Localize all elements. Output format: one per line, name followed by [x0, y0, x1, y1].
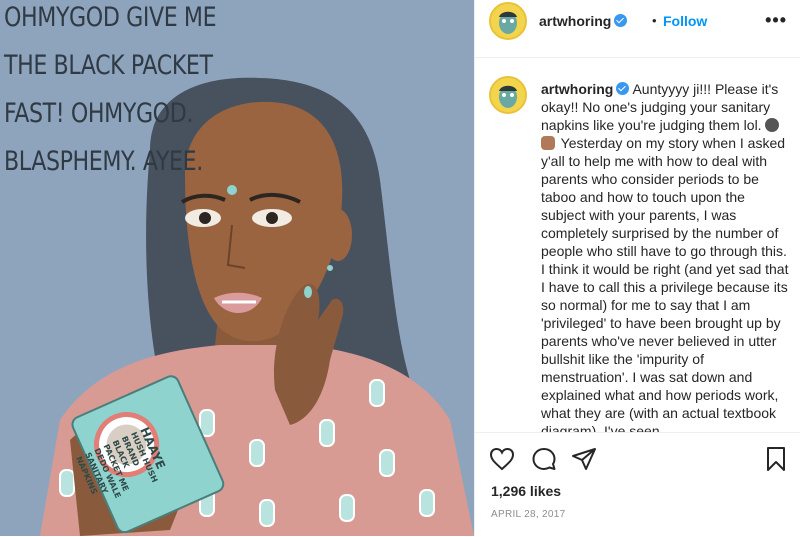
verified-badge-icon	[614, 14, 628, 27]
artwork-caption-line: FAST! OHMYGOD.	[4, 98, 193, 129]
avatar[interactable]	[489, 76, 527, 114]
verified-badge-icon	[616, 82, 630, 95]
avatar-icon	[499, 11, 517, 34]
follow-button[interactable]: Follow	[663, 13, 707, 29]
heart-icon[interactable]	[489, 447, 515, 471]
artwork-caption: OHMYGOD GIVE ME THE BLACK PACKET FAST! O…	[4, 0, 217, 186]
artwork-caption-line: THE BLACK PACKET	[4, 50, 213, 81]
more-icon[interactable]: •••	[765, 10, 787, 31]
artwork-caption-line: BLASPHEMY. AYEE.	[4, 146, 203, 177]
avatar[interactable]	[489, 2, 527, 40]
comments-panel[interactable]: artwhoring Auntyyyy ji!!! Please it's ok…	[475, 58, 800, 432]
neutral-face-emoji-icon	[765, 118, 780, 132]
share-icon[interactable]	[571, 447, 597, 471]
header-username[interactable]: artwhoring	[539, 13, 611, 29]
post-image[interactable]: OHMYGOD GIVE ME THE BLACK PACKET FAST! O…	[0, 0, 474, 536]
post-header: artwhoring • Follow •••	[475, 0, 800, 58]
comment-username[interactable]: artwhoring	[541, 81, 613, 97]
caption-comment: artwhoring Auntyyyy ji!!! Please it's ok…	[541, 80, 793, 432]
bookmark-icon[interactable]	[765, 446, 787, 472]
likes-count[interactable]: 1,296 likes	[491, 483, 561, 499]
artwork-caption-line: OHMYGOD GIVE ME	[4, 2, 217, 33]
comment-icon[interactable]	[531, 446, 557, 472]
post-sidebar: artwhoring • Follow ••• artwhoring Aunty…	[474, 0, 800, 536]
header-separator: •	[652, 13, 657, 28]
action-bar: 1,296 likes APRIL 28, 2017	[475, 432, 800, 537]
avatar-icon	[499, 85, 517, 108]
woman-gesturing-emoji-icon	[541, 136, 555, 150]
header-username-wrap: artwhoring	[539, 13, 628, 29]
instagram-post: OHMYGOD GIVE ME THE BLACK PACKET FAST! O…	[0, 0, 800, 536]
post-date[interactable]: APRIL 28, 2017	[491, 509, 565, 520]
comment-text-second: Yesterday on my story when I asked y'all…	[541, 135, 789, 432]
